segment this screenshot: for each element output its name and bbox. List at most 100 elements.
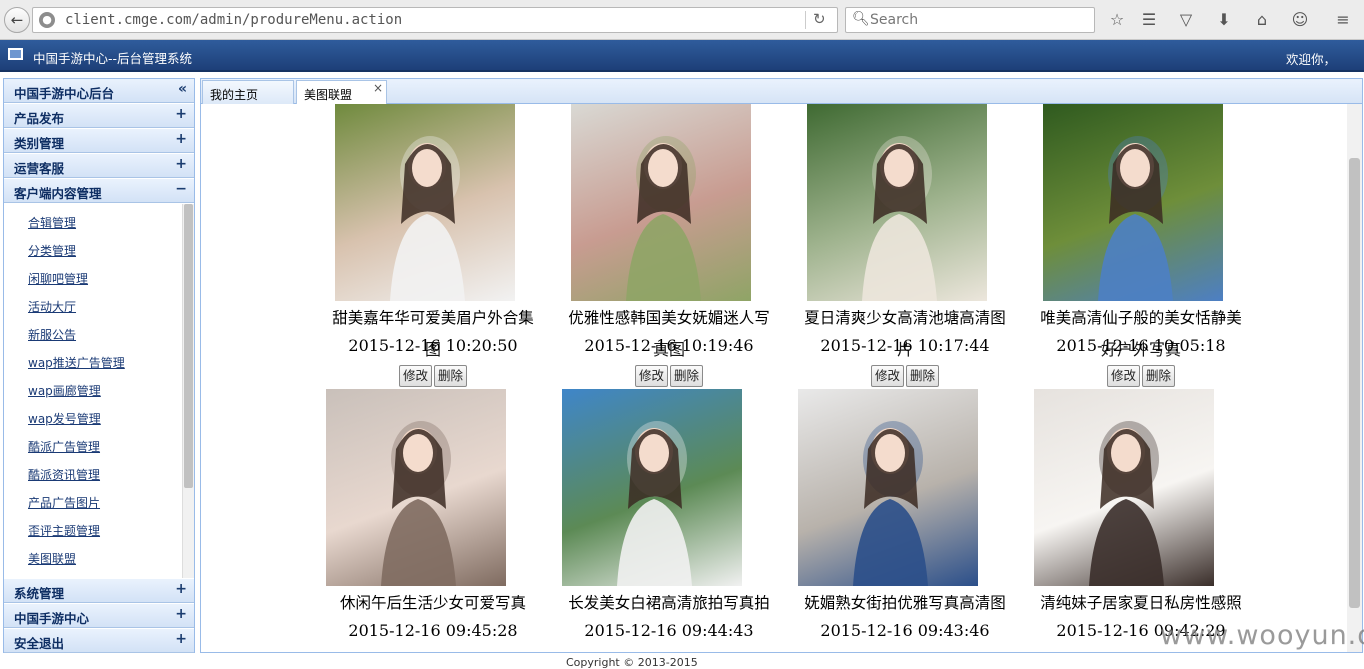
section-category-management[interactable]: 类别管理 + <box>4 129 194 153</box>
photo-thumbnail[interactable] <box>807 104 987 301</box>
section-operations-support[interactable]: 运营客服 + <box>4 154 194 178</box>
back-arrow-icon: ← <box>10 11 24 29</box>
photo-card: 妩媚熟女街拍优雅写真高清图 2015-12-16 09:43:46 <box>787 389 1023 652</box>
sidebar-item-events-hall[interactable]: 活动大厅 <box>28 298 76 315</box>
sidebar-item-product-ad-images[interactable]: 产品广告图片 <box>28 494 100 511</box>
expand-icon[interactable]: + <box>175 606 187 622</box>
photo-thumbnail[interactable] <box>326 389 506 586</box>
photo-title: 休闲午后生活少女可爱写真 <box>339 594 526 612</box>
section-label: 类别管理 <box>14 136 65 151</box>
expand-icon[interactable]: + <box>175 631 187 647</box>
expand-icon[interactable]: + <box>175 106 187 122</box>
edit-button[interactable]: 修改 <box>1106 365 1140 387</box>
close-icon[interactable]: × <box>373 81 383 95</box>
section-logout[interactable]: 安全退出 + <box>4 629 194 653</box>
reading-list-icon[interactable]: ☰ <box>1138 9 1160 31</box>
menu-icon[interactable]: ≡ <box>1332 9 1354 31</box>
content-scrollbar[interactable] <box>1347 104 1362 652</box>
edit-button[interactable]: 修改 <box>870 365 904 387</box>
sidebar-item-review-topics[interactable]: 歪评主题管理 <box>28 522 100 539</box>
bookmark-star-icon[interactable]: ☆ <box>1106 9 1128 31</box>
reload-icon[interactable]: ↻ <box>813 10 826 28</box>
photo-title-overflow: 片 <box>896 340 913 359</box>
photo-card: 夏日清爽少女高清池塘高清图 2015-12-16 10:17:44 片修改 删除 <box>787 104 1023 389</box>
sidebar-item-wap-codes[interactable]: wap发号管理 <box>28 410 101 427</box>
app-title: 中国手游中心--后台管理系统 <box>33 51 193 66</box>
sidebar-item-chat-bar[interactable]: 闲聊吧管理 <box>28 270 88 287</box>
photo-card: 优雅性感韩国美女妩媚迷人写 2015-12-16 10:19:46 真图 修改 删除 <box>551 104 787 389</box>
search-placeholder: Search <box>870 12 919 28</box>
section-label: 运营客服 <box>14 161 65 176</box>
home-icon[interactable]: ⌂ <box>1251 9 1273 31</box>
tab-label: 美图联盟 <box>304 88 353 102</box>
section-label: 产品发布 <box>14 111 65 126</box>
sidebar-item-collections[interactable]: 合辑管理 <box>28 214 76 231</box>
search-input[interactable]: 🔍︎ Search <box>845 7 1095 33</box>
sidebar-item-wap-push-ads[interactable]: wap推送广告管理 <box>28 354 125 371</box>
photo-thumbnail[interactable] <box>1043 104 1223 301</box>
delete-button[interactable]: 删除 <box>1142 365 1176 387</box>
delete-button[interactable]: 删除 <box>434 365 468 387</box>
tab-strip: 我的主页 美图联盟 × <box>201 79 1362 105</box>
section-client-content-management[interactable]: 客户端内容管理 − <box>4 179 194 203</box>
sidebar-item-coolpad-news[interactable]: 酷派资讯管理 <box>28 466 100 483</box>
photo-thumbnail[interactable] <box>571 104 751 301</box>
sidebar-item-coolpad-ads[interactable]: 酷派广告管理 <box>28 438 100 455</box>
photo-title: 夏日清爽少女高清池塘高清图 <box>804 309 1006 327</box>
photo-card: 休闲午后生活少女可爱写真 2015-12-16 09:45:28 <box>315 389 551 652</box>
url-text[interactable]: client.cmge.com/admin/produreMenu.action <box>65 12 402 28</box>
photo-actions: 修改 删除 <box>787 365 1023 387</box>
chat-icon[interactable]: ☺ <box>1289 9 1311 31</box>
search-icon: 🔍︎ <box>852 11 870 27</box>
client-content-submenu: 合辑管理 分类管理 闲聊吧管理 活动大厅 新服公告 wap推送广告管理 wap画… <box>4 204 194 578</box>
content-scrollbar-thumb[interactable] <box>1349 158 1360 608</box>
photo-grid: 甜美嘉年华可爱美眉户外合集 2015-12-16 10:20:50 图修改 删除 优雅… <box>201 104 1362 652</box>
section-label: 系统管理 <box>14 586 65 601</box>
photo-title-overflow: 真图 <box>652 340 685 359</box>
expand-icon[interactable]: + <box>175 156 187 172</box>
browser-toolbar: ← ● client.cmge.com/admin/produreMenu.ac… <box>0 0 1364 40</box>
main-panel: 我的主页 美图联盟 × 甜美嘉年华可爱美眉户外合集 2015-12-16 10:2… <box>200 78 1363 653</box>
photo-thumbnail[interactable] <box>798 389 978 586</box>
sidebar: 中国手游中心后台 « 产品发布 + 类别管理 + 运营客服 + 客户端内容管理 … <box>3 78 195 653</box>
expand-icon[interactable]: + <box>175 581 187 597</box>
delete-button[interactable]: 删除 <box>906 365 940 387</box>
submenu-scrollbar-thumb[interactable] <box>184 204 193 488</box>
photo-actions: 修改 删除 <box>551 365 787 387</box>
sidebar-item-wap-gallery[interactable]: wap画廊管理 <box>28 382 101 399</box>
section-product-publish[interactable]: 产品发布 + <box>4 104 194 128</box>
collapse-icon[interactable]: − <box>175 181 187 197</box>
photo-thumbnail[interactable] <box>1034 389 1214 586</box>
url-bar[interactable]: ● client.cmge.com/admin/produreMenu.acti… <box>32 7 838 33</box>
photo-title-overflow: 好户外写真 <box>1100 340 1181 359</box>
edit-button[interactable]: 修改 <box>398 365 432 387</box>
welcome-text: 欢迎你， <box>1286 52 1337 67</box>
photo-title-overflow: 图 <box>424 340 441 359</box>
photo-date: 2015-12-16 09:43:46 <box>820 621 990 640</box>
photo-actions: 修改 删除 <box>315 365 551 387</box>
section-system-management[interactable]: 系统管理 + <box>4 579 194 603</box>
photo-date: 2015-12-16 09:45:28 <box>348 621 518 640</box>
sidebar-item-categories[interactable]: 分类管理 <box>28 242 76 259</box>
photo-title: 甜美嘉年华可爱美眉户外合集 <box>332 309 534 327</box>
watermark: www.wooyun.org <box>1160 620 1364 651</box>
photo-title: 唯美高清仙子般的美女恬静美 <box>1040 309 1242 327</box>
section-cmge-center[interactable]: 中国手游中心 + <box>4 604 194 628</box>
window-logo-icon <box>8 48 23 60</box>
tab-photo-alliance[interactable]: 美图联盟 × <box>296 80 387 105</box>
photo-thumbnail[interactable] <box>562 389 742 586</box>
collapse-sidebar-icon[interactable]: « <box>178 81 187 97</box>
sidebar-item-new-server-notice[interactable]: 新服公告 <box>28 326 76 343</box>
expand-icon[interactable]: + <box>175 131 187 147</box>
delete-button[interactable]: 删除 <box>670 365 704 387</box>
back-button[interactable]: ← <box>4 7 30 33</box>
download-icon[interactable]: ⬇ <box>1213 9 1235 31</box>
edit-button[interactable]: 修改 <box>634 365 668 387</box>
pocket-icon[interactable]: ▽ <box>1175 9 1197 31</box>
tab-my-home[interactable]: 我的主页 <box>202 80 294 104</box>
photo-title: 优雅性感韩国美女妩媚迷人写 <box>568 309 770 327</box>
photo-actions: 修改 删除 <box>1023 365 1259 387</box>
photo-thumbnail[interactable] <box>335 104 515 301</box>
sidebar-panel-header[interactable]: 中国手游中心后台 « <box>4 79 194 103</box>
sidebar-item-photo-alliance[interactable]: 美图联盟 <box>28 550 76 567</box>
